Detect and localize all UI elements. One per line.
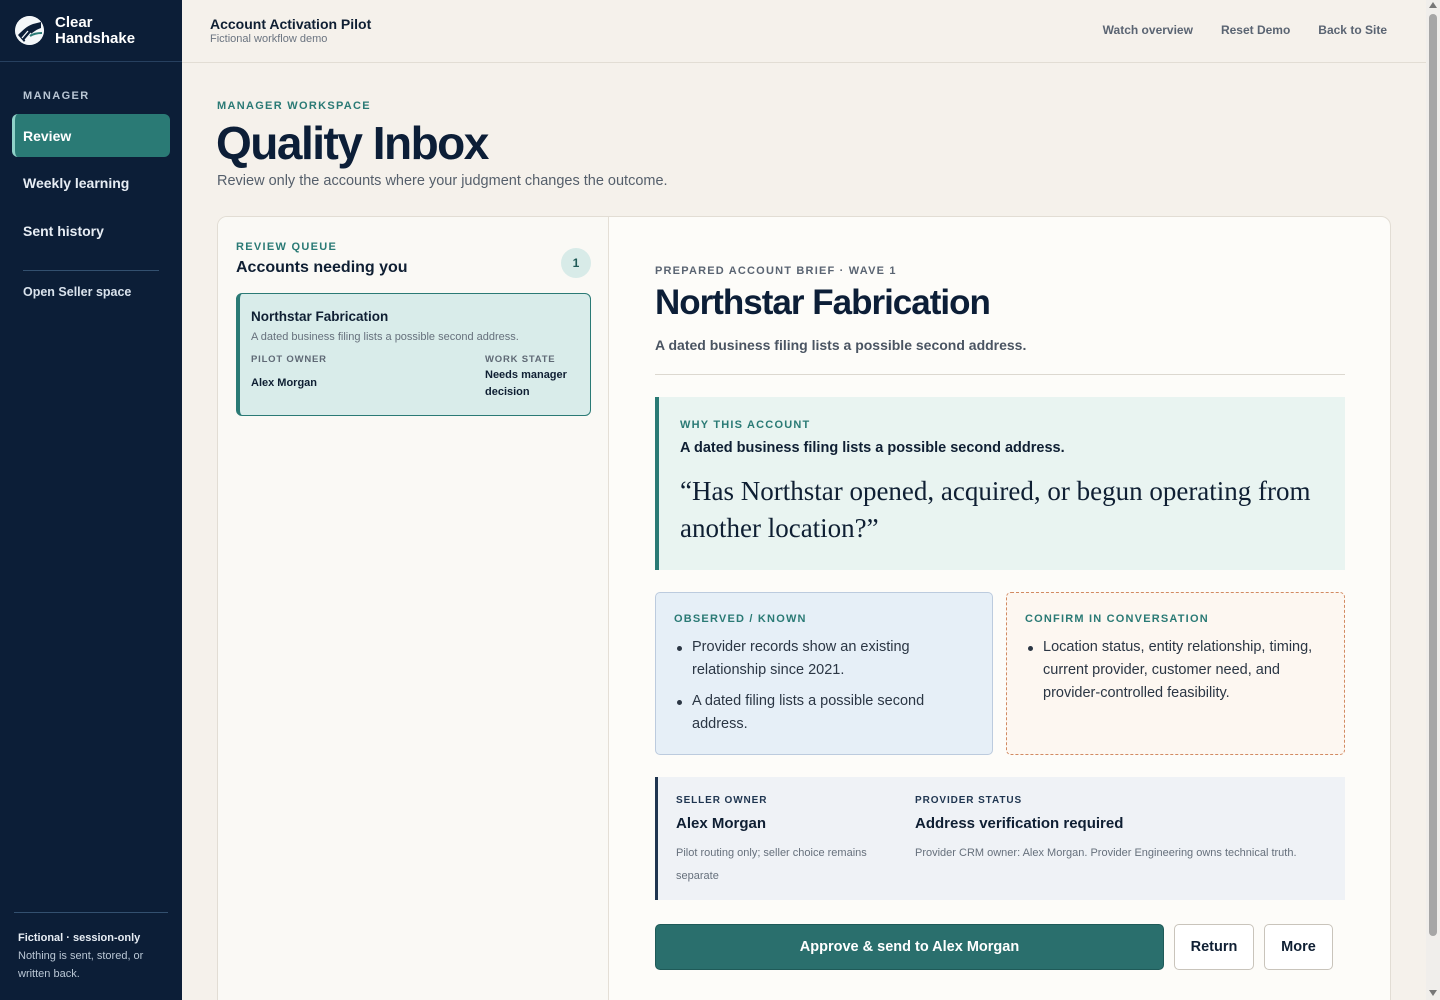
brief-eyebrow: PREPARED ACCOUNT BRIEF · WAVE 1 [655, 265, 897, 277]
app-title: Account Activation Pilot [210, 16, 372, 32]
brief-subtitle: A dated business filing lists a possible… [655, 337, 1027, 353]
sidebar-footer: Fictional · session-only Nothing is sent… [18, 929, 168, 983]
page-subtitle: Review only the accounts where your judg… [217, 173, 668, 189]
why-this-account-panel: WHY THIS ACCOUNT A dated business filing… [655, 397, 1345, 570]
list-item: A dated filing lists a possible second a… [674, 690, 974, 736]
provider-status-note: Provider CRM owner: Alex Morgan. Provide… [915, 847, 1297, 859]
footer-text: Nothing is sent, stored, or written back… [18, 950, 144, 980]
queue-item[interactable]: Northstar Fabrication A dated business f… [236, 293, 591, 416]
scroll-thumb[interactable] [1429, 14, 1437, 936]
scroll-down-arrow-icon[interactable] [1429, 990, 1437, 996]
return-button[interactable]: Return [1174, 924, 1254, 970]
back-to-site-link[interactable]: Back to Site [1318, 23, 1387, 37]
work-state-label: WORK STATE [485, 354, 556, 365]
footer-divider [14, 912, 168, 913]
why-label: WHY THIS ACCOUNT [680, 419, 811, 431]
seller-owner-note: Pilot routing only; seller choice remain… [676, 847, 867, 882]
watch-overview-link[interactable]: Watch overview [1103, 23, 1193, 37]
queue-title: Accounts needing you [236, 259, 408, 276]
brief-title: Northstar Fabrication [655, 283, 991, 322]
more-button[interactable]: More [1264, 924, 1333, 970]
list-item: Provider records show an existing relati… [674, 636, 974, 682]
observed-list: Provider records show an existing relati… [674, 636, 974, 744]
seller-owner-label: SELLER OWNER [676, 795, 768, 806]
nav-section-label: MANAGER [23, 90, 90, 102]
brief-divider [655, 374, 1345, 375]
sidebar: Clear Handshake MANAGER Review Weekly le… [0, 0, 182, 1000]
handshake-logo-icon [15, 16, 44, 45]
review-card: REVIEW QUEUE Accounts needing you 1 Nort… [217, 216, 1391, 1000]
approve-send-button[interactable]: Approve & send to Alex Morgan [655, 924, 1164, 970]
scroll-up-arrow-icon[interactable] [1429, 2, 1437, 8]
nav-divider [23, 270, 159, 271]
review-queue: REVIEW QUEUE Accounts needing you 1 Nort… [218, 217, 609, 1000]
queue-count-badge: 1 [561, 248, 591, 278]
page-scrollbar[interactable] [1426, 0, 1440, 1000]
reset-demo-link[interactable]: Reset Demo [1221, 23, 1290, 37]
page-title: Quality Inbox [216, 117, 489, 169]
pilot-owner-label: PILOT OWNER [251, 354, 327, 365]
footer-title: Fictional · session-only [18, 932, 141, 944]
header-links: Watch overview Reset Demo Back to Site [1103, 23, 1387, 37]
provider-status-label: PROVIDER STATUS [915, 795, 1023, 806]
brand-name: Clear Handshake [55, 13, 136, 47]
list-item: Location status, entity relationship, ti… [1025, 636, 1325, 705]
work-state-value: Needs manager decision [485, 369, 567, 398]
observed-label: OBSERVED / KNOWN [674, 613, 807, 625]
confirm-in-conversation-box: CONFIRM IN CONVERSATION Location status,… [1006, 592, 1345, 755]
sidebar-item-review[interactable]: Review [12, 114, 170, 157]
brand[interactable]: Clear Handshake [0, 0, 182, 62]
queue-item-description: A dated business filing lists a possible… [251, 331, 519, 343]
sidebar-item-weekly-learning[interactable]: Weekly learning [12, 161, 170, 204]
queue-item-name: Northstar Fabrication [251, 309, 389, 324]
ownership-panel: SELLER OWNER Alex Morgan Pilot routing o… [655, 777, 1345, 900]
confirm-list: Location status, entity relationship, ti… [1025, 636, 1325, 713]
queue-eyebrow: REVIEW QUEUE [236, 241, 338, 253]
sidebar-item-sent-history[interactable]: Sent history [12, 209, 170, 252]
pilot-owner-value: Alex Morgan [251, 377, 318, 389]
seller-owner-value: Alex Morgan [676, 815, 767, 832]
top-header: Account Activation Pilot Fictional workf… [182, 0, 1426, 63]
observed-known-box: OBSERVED / KNOWN Provider records show a… [655, 592, 993, 755]
app-subtitle: Fictional workflow demo [210, 33, 328, 45]
why-headline: A dated business filing lists a possible… [680, 440, 1065, 456]
conversation-question: “Has Northstar opened, acquired, or begu… [680, 476, 1311, 543]
provider-status-value: Address verification required [915, 815, 1124, 832]
open-seller-space-link[interactable]: Open Seller space [23, 285, 131, 299]
confirm-label: CONFIRM IN CONVERSATION [1025, 613, 1209, 625]
page-eyebrow: MANAGER WORKSPACE [217, 100, 371, 112]
